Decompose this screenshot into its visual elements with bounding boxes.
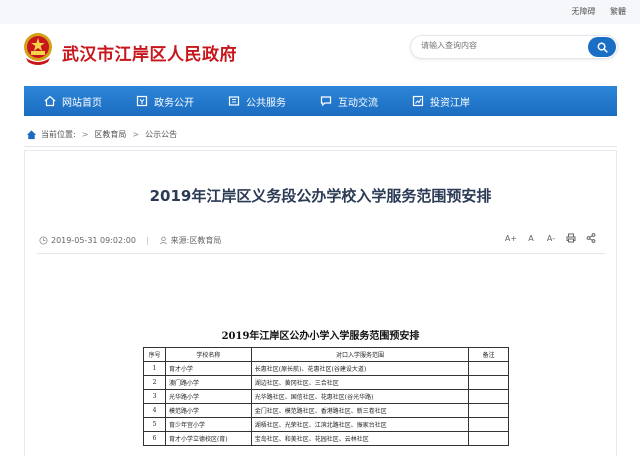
- breadcrumb: 当前位置: > 区教育局 > 公示公告: [26, 128, 177, 140]
- nav-item-public-service[interactable]: 公共服务: [208, 86, 300, 116]
- utility-links: 无障碍 繁體: [559, 6, 626, 17]
- cell-range: 长惠社区(原长航)、花惠社区(谷建设大道): [250, 361, 470, 376]
- font-normal-button[interactable]: A: [524, 231, 538, 245]
- home-icon: [26, 129, 37, 139]
- table-row: 2 澳门路小学 湖边社区、黄冈社区、三合社区: [143, 375, 509, 390]
- table-row: 3 光华路小学 光华路社区、国信社区、花惠社区(谷光华路): [143, 389, 509, 404]
- invest-icon: [412, 95, 424, 107]
- home-icon: [44, 95, 56, 107]
- breadcrumb-item-education-bureau[interactable]: 区教育局: [94, 129, 126, 140]
- table-row: 5 育少年宫小学 湖梧社区、光荣社区、江滨北路社区、振家台社区: [143, 417, 509, 432]
- cell-school: 澳门路小学: [164, 375, 252, 390]
- col-header-range: 对口入学服务范围: [250, 347, 470, 362]
- share-icon: [586, 233, 596, 243]
- article-panel: 2019年江岸区义务段公办学校入学服务范围预安排 2019-05-31 09:0…: [24, 150, 617, 456]
- print-icon: [566, 233, 576, 243]
- cell-number: 5: [143, 417, 166, 432]
- article-source: 来源:区教育局: [170, 236, 222, 245]
- search-button[interactable]: [588, 37, 616, 57]
- breadcrumb-prefix: 当前位置:: [41, 129, 76, 139]
- top-utility-bar: 无障碍 繁體: [0, 0, 640, 24]
- article-meta: 2019-05-31 09:02:00 | 来源:区教育局: [39, 235, 221, 246]
- user-icon: [159, 236, 167, 245]
- national-emblem-icon: [24, 33, 52, 65]
- cell-remark: [468, 361, 509, 376]
- col-header-remark: 备注: [468, 347, 509, 362]
- nav-label: 公共服务: [246, 97, 286, 109]
- cell-number: 6: [143, 431, 166, 446]
- meta-divider: |: [145, 236, 149, 245]
- col-header-number: 序号: [143, 347, 166, 362]
- cell-remark: [468, 375, 509, 390]
- cell-remark: [468, 389, 509, 404]
- article-title: 2019年江岸区义务段公办学校入学服务范围预安排: [149, 187, 492, 205]
- breadcrumb-item-notices[interactable]: 公示公告: [145, 129, 177, 140]
- main-nav: 网站首页 政务公开 公共服务 互动交流 投资江岸: [24, 86, 617, 116]
- site-title[interactable]: 武汉市江岸区人民政府: [62, 40, 237, 65]
- cell-school: 育才小学: [164, 361, 252, 376]
- publish-datetime: 2019-05-31 09:02:00: [51, 236, 136, 245]
- cell-range: 宝岛社区、和美社区、花园社区、云林社区: [250, 431, 470, 446]
- nav-label: 政务公开: [154, 97, 194, 109]
- cell-range: 湖边社区、黄冈社区、三合社区: [250, 375, 470, 390]
- nav-item-home[interactable]: 网站首页: [24, 86, 116, 116]
- cell-school: 光华路小学: [164, 389, 252, 404]
- cell-remark: [468, 431, 509, 446]
- accessibility-link[interactable]: 无障碍: [571, 7, 595, 16]
- cell-remark: [468, 417, 509, 432]
- site-header: 武汉市江岸区人民政府: [0, 24, 640, 84]
- table-header-row: 序号 学校名称 对口入学服务范围 备注: [143, 347, 509, 362]
- share-button[interactable]: [584, 231, 598, 245]
- nav-label: 投资江岸: [430, 97, 470, 109]
- service-icon: [228, 96, 240, 106]
- nav-item-government-affairs[interactable]: 政务公开: [116, 86, 208, 116]
- print-button[interactable]: [564, 231, 578, 245]
- cell-range: 光华路社区、国信社区、花惠社区(谷光华路): [250, 389, 470, 404]
- col-header-school: 学校名称: [164, 347, 252, 362]
- cell-range: 湖梧社区、光荣社区、江滨北路社区、振家台社区: [250, 417, 470, 432]
- cell-school: 模范路小学: [164, 403, 252, 418]
- table-row: 4 模范路小学 金门社区、模范路社区、香港路社区、新三卷社区: [143, 403, 509, 418]
- cell-school: 育少年宫小学: [164, 417, 252, 432]
- cell-number: 3: [143, 389, 166, 404]
- cell-range: 金门社区、模范路社区、香港路社区、新三卷社区: [250, 403, 470, 418]
- traditional-chinese-link[interactable]: 繁體: [610, 7, 626, 16]
- cell-number: 4: [143, 403, 166, 418]
- nav-item-interaction[interactable]: 互动交流: [300, 86, 392, 116]
- table-row: 6 育才小学立德校区(育) 宝岛社区、和美社区、花园社区、云林社区: [143, 431, 509, 446]
- school-zoning-table: 序号 学校名称 对口入学服务范围 备注 1 育才小学 长惠社区(原长航)、花惠社…: [143, 347, 509, 446]
- chat-icon: [320, 96, 332, 107]
- search-box: [410, 35, 618, 59]
- document-title: 2019年江岸区公办小学入学服务范围预安排: [221, 331, 420, 342]
- cell-number: 1: [143, 361, 166, 376]
- nav-label: 网站首页: [62, 97, 102, 109]
- document-icon: [136, 95, 148, 107]
- cell-remark: [468, 403, 509, 418]
- search-icon: [597, 42, 608, 53]
- breadcrumb-separator: >: [81, 129, 89, 139]
- search-input[interactable]: [421, 41, 581, 50]
- clock-icon: [39, 236, 48, 245]
- breadcrumb-separator: >: [132, 129, 140, 139]
- font-larger-button[interactable]: A+: [504, 231, 518, 245]
- font-smaller-button[interactable]: A-: [544, 231, 558, 245]
- nav-label: 互动交流: [338, 97, 378, 109]
- table-row: 1 育才小学 长惠社区(原长航)、花惠社区(谷建设大道): [143, 361, 509, 376]
- nav-item-invest[interactable]: 投资江岸: [392, 86, 484, 116]
- breadcrumb-divider: [24, 146, 617, 147]
- meta-divider-line: [37, 253, 605, 254]
- cell-school: 育才小学立德校区(育): [164, 431, 252, 446]
- article-tools: A+ A A-: [504, 231, 598, 245]
- cell-number: 2: [143, 375, 166, 390]
